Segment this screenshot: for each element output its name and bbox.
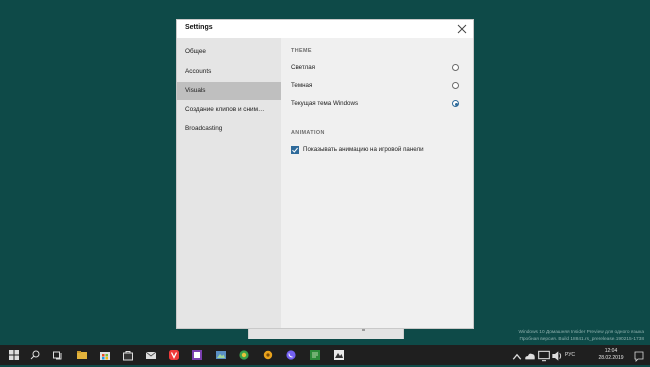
watermark-line: Windows 10 Домашняя Insider Preview для … — [518, 330, 644, 335]
animation-checkbox-label: Показывать анимацию на игровой панели — [303, 146, 424, 153]
viber-icon[interactable] — [285, 349, 297, 361]
vivaldi-icon[interactable] — [168, 349, 180, 361]
taskbar: РУС 12:04 28.02.2019 — [0, 345, 650, 365]
theme-windows-radio[interactable] — [452, 100, 459, 107]
dialog-title: Settings — [185, 24, 213, 31]
chevron-up-icon[interactable] — [511, 351, 522, 360]
settings-sidebar: Общее Accounts Visuals Создание клипов и… — [177, 38, 281, 328]
close-icon[interactable] — [456, 22, 468, 34]
sidebar-item-general[interactable]: Общее — [177, 43, 281, 61]
store-icon[interactable] — [99, 349, 111, 361]
mail-icon[interactable] — [145, 349, 157, 361]
settings-dialog: Settings Общее Accounts Visuals Создание… — [177, 20, 473, 328]
animation-heading: ANIMATION — [291, 130, 325, 136]
notification-icon[interactable] — [634, 349, 644, 362]
language-indicator[interactable]: РУС — [565, 352, 575, 358]
xbox-icon[interactable] — [333, 349, 345, 361]
sidebar-item-visuals[interactable]: Visuals — [177, 82, 281, 100]
clock-date: 28.02.2019 — [598, 355, 624, 361]
theme-dark-radio[interactable] — [452, 82, 459, 89]
clock-time: 12:04 — [604, 348, 618, 354]
theme-heading: THEME — [291, 48, 312, 54]
skype-icon[interactable] — [238, 349, 250, 361]
theme-option-label: Текущая тема Windows — [291, 100, 359, 107]
theme-option-label: Светлая — [291, 64, 316, 71]
settings-icon[interactable] — [262, 349, 274, 361]
store-bag-icon[interactable] — [122, 349, 134, 361]
explorer-icon[interactable] — [76, 349, 88, 361]
theme-option-label: Темная — [291, 82, 313, 89]
task-view-icon[interactable] — [52, 349, 64, 361]
onedrive-icon[interactable] — [524, 350, 535, 360]
windows-start-icon[interactable] — [8, 349, 20, 361]
insider-watermark: Windows 10 Домашняя Insider Preview для … — [518, 329, 644, 343]
dialog-titlebar: Settings — [177, 20, 473, 38]
volume-icon[interactable] — [551, 350, 562, 361]
notepad-icon[interactable] — [309, 349, 321, 361]
photos-icon[interactable] — [215, 349, 227, 361]
search-icon[interactable] — [29, 349, 41, 361]
watermark-line: Пробная версия. Build 18841.rs_prereleas… — [519, 337, 644, 342]
animation-checkbox[interactable] — [291, 146, 299, 154]
sidebar-item-broadcasting[interactable]: Broadcasting — [177, 120, 281, 138]
network-icon[interactable] — [538, 350, 550, 362]
visuals-panel: THEME Светлая Темная Текущая тема Window… — [281, 38, 473, 328]
sidebar-item-accounts[interactable]: Accounts — [177, 63, 281, 81]
theme-light-radio[interactable] — [452, 64, 459, 71]
onenote-icon[interactable] — [191, 349, 203, 361]
clock[interactable]: 12:04 28.02.2019 — [595, 348, 627, 362]
sidebar-item-captures[interactable]: Создание клипов и сним… — [177, 101, 281, 119]
